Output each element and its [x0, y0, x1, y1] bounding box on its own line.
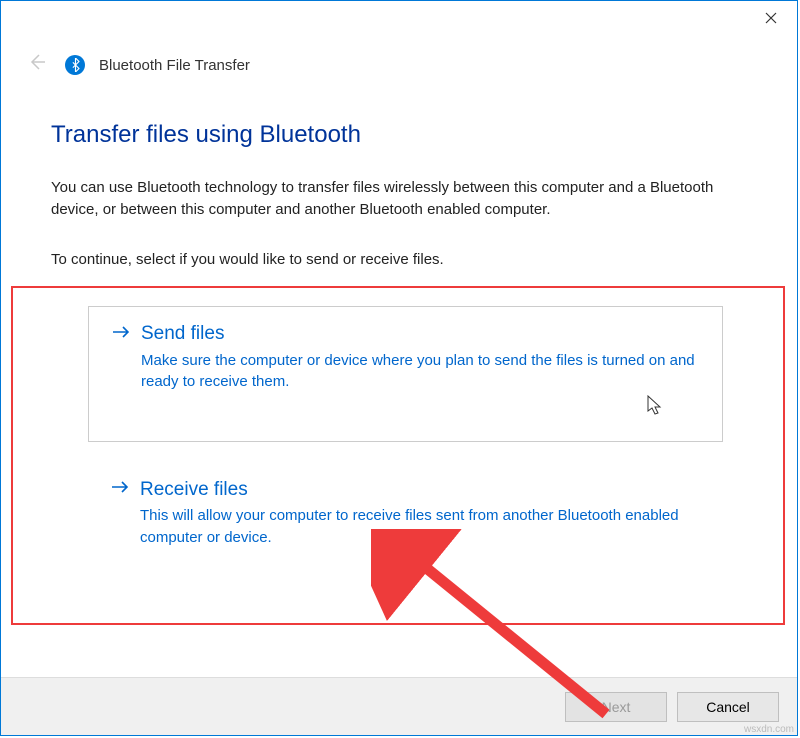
cancel-button[interactable]: Cancel: [677, 692, 779, 722]
receive-option-header: Receive files: [110, 478, 701, 501]
arrow-right-icon: [111, 323, 131, 346]
receive-files-option[interactable]: Receive files This will allow your compu…: [88, 462, 723, 573]
footer-bar: Next Cancel: [1, 677, 797, 735]
options-highlight-box: Send files Make sure the computer or dev…: [11, 286, 785, 625]
send-option-header: Send files: [111, 323, 700, 346]
bluetooth-transfer-window: Bluetooth File Transfer Transfer files u…: [0, 0, 798, 736]
instruction-text: To continue, select if you would like to…: [51, 251, 747, 268]
titlebar: [1, 1, 797, 39]
header-title: Bluetooth File Transfer: [99, 57, 250, 74]
header-row: Bluetooth File Transfer: [1, 39, 797, 83]
send-option-title: Send files: [141, 323, 224, 345]
page-title: Transfer files using Bluetooth: [51, 121, 747, 149]
content-area: Transfer files using Bluetooth You can u…: [1, 83, 797, 625]
send-files-option[interactable]: Send files Make sure the computer or dev…: [88, 306, 723, 443]
intro-text: You can use Bluetooth technology to tran…: [51, 177, 747, 221]
receive-option-title: Receive files: [140, 479, 248, 501]
back-arrow-icon: [21, 47, 51, 83]
send-option-desc: Make sure the computer or device where y…: [141, 350, 700, 394]
arrow-right-icon: [110, 478, 130, 501]
close-button[interactable]: [755, 7, 787, 31]
next-button[interactable]: Next: [565, 692, 667, 722]
bluetooth-icon: [65, 55, 85, 75]
receive-option-desc: This will allow your computer to receive…: [140, 505, 701, 549]
watermark-text: wsxdn.com: [744, 724, 794, 735]
